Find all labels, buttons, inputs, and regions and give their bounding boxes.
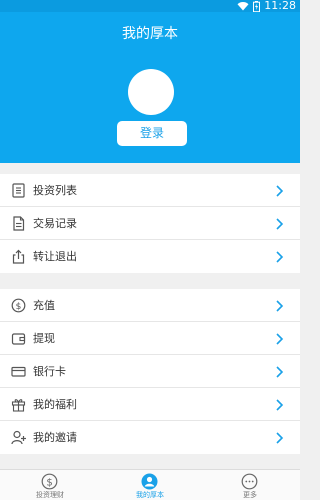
menu-item-label: 我的邀请 [33, 431, 77, 444]
battery-charging-icon [253, 0, 261, 12]
menu-item-label: 充值 [33, 299, 55, 312]
money-circle-icon: $ [41, 473, 58, 490]
dollar-coin-icon: $ [11, 298, 26, 313]
tab-label: 投资理财 [36, 491, 64, 499]
export-icon [12, 249, 25, 264]
menu-item-transaction-records[interactable]: 交易记录 [0, 207, 300, 240]
menu-item-my-invitations[interactable]: 我的邀请 [0, 421, 300, 454]
gift-icon [11, 399, 26, 412]
chevron-right-icon [276, 185, 284, 197]
menu-group-account: $ 充值 提现 银行卡 我的福利 我的邀请 [0, 289, 300, 454]
status-bar: 11:28 [0, 0, 300, 12]
menu-item-withdraw[interactable]: 提现 [0, 322, 300, 355]
profile-header: 我的厚本 登录 [0, 12, 300, 163]
menu-item-bank-card[interactable]: 银行卡 [0, 355, 300, 388]
menu-group-investments: 投资列表 交易记录 转让退出 [0, 174, 300, 273]
menu-item-label: 银行卡 [33, 365, 66, 378]
avatar[interactable] [128, 69, 174, 115]
chevron-right-icon [276, 366, 284, 378]
chevron-right-icon [276, 399, 284, 411]
chevron-right-icon [276, 432, 284, 444]
user-circle-icon [141, 473, 158, 490]
menu-item-recharge[interactable]: $ 充值 [0, 289, 300, 322]
chevron-right-icon [276, 333, 284, 345]
tab-investment[interactable]: $ 投资理财 [0, 470, 100, 500]
menu-item-label: 转让退出 [33, 250, 77, 263]
wifi-icon [237, 2, 249, 11]
menu-item-label: 提现 [33, 332, 55, 345]
bank-card-icon [11, 366, 26, 377]
svg-text:$: $ [46, 477, 52, 488]
add-user-icon [11, 430, 26, 445]
chevron-right-icon [276, 251, 284, 263]
login-button[interactable]: 登录 [117, 121, 187, 146]
chevron-right-icon [276, 300, 284, 312]
bottom-tab-bar: $ 投资理财 我的厚本 更多 [0, 469, 300, 500]
menu-item-label: 投资列表 [33, 184, 77, 197]
tab-more[interactable]: 更多 [200, 470, 300, 500]
document-icon [13, 216, 25, 231]
menu-item-investment-list[interactable]: 投资列表 [0, 174, 300, 207]
menu-item-my-benefits[interactable]: 我的福利 [0, 388, 300, 421]
list-icon [12, 183, 25, 198]
tab-my-account[interactable]: 我的厚本 [100, 470, 200, 500]
chevron-right-icon [276, 218, 284, 230]
tab-label: 我的厚本 [136, 491, 164, 499]
more-icon [241, 473, 258, 490]
menu-item-label: 我的福利 [33, 398, 77, 411]
status-time: 11:28 [264, 0, 296, 12]
page-title: 我的厚本 [122, 26, 178, 42]
svg-text:$: $ [16, 302, 22, 312]
menu-item-transfer-exit[interactable]: 转让退出 [0, 240, 300, 273]
wallet-icon [11, 333, 26, 345]
menu-item-label: 交易记录 [33, 217, 77, 230]
tab-label: 更多 [243, 491, 257, 499]
